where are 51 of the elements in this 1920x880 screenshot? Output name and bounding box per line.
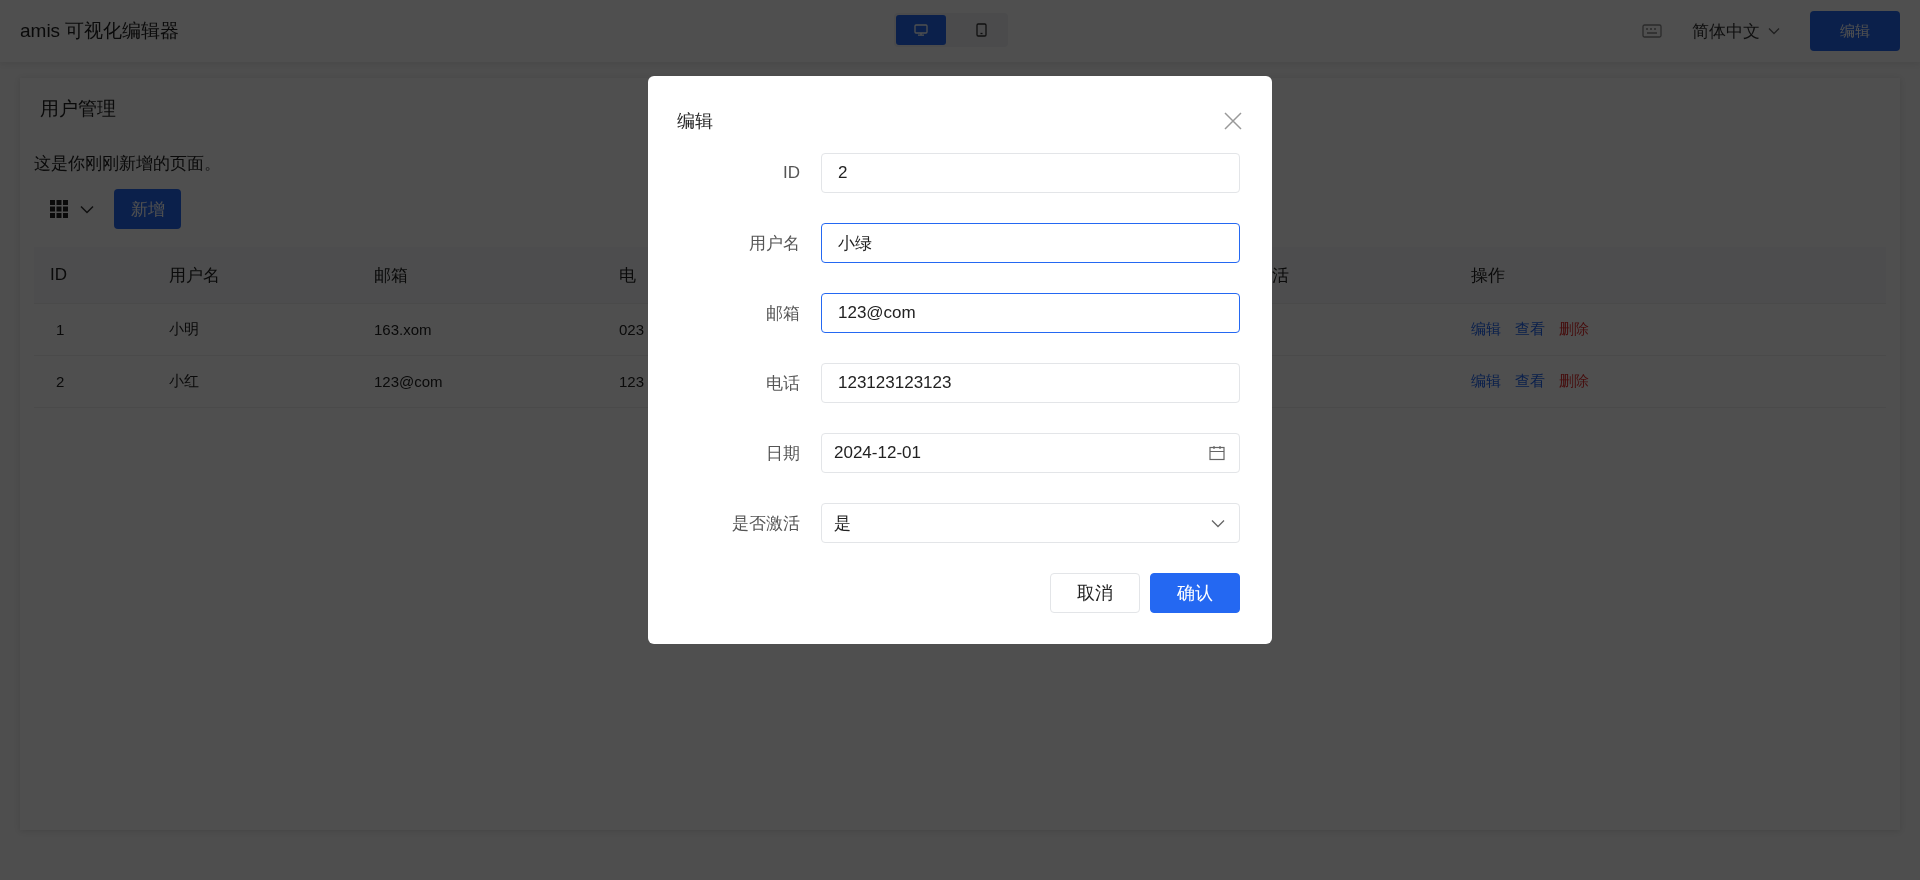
field-label: ID	[782, 163, 800, 183]
language-selector[interactable]: 简体中文	[1692, 19, 1780, 43]
calendar-icon	[1209, 445, 1225, 461]
column-header: 电	[619, 265, 636, 285]
date-field[interactable]: 2024-12-01	[821, 433, 1240, 473]
app-title: amis 可视化编辑器	[20, 19, 180, 43]
table-cell: 123@com	[374, 373, 443, 390]
table-cell: 1	[56, 321, 65, 338]
field-label: 日期	[765, 442, 800, 465]
column-header: 邮箱	[374, 265, 408, 285]
action-link[interactable]: 查看	[1515, 320, 1545, 339]
column-header: ID	[50, 265, 67, 284]
column-header: 用户名	[169, 265, 220, 285]
edit-button[interactable]: 编辑	[1810, 11, 1900, 51]
input-field[interactable]: 123123123123	[821, 363, 1240, 403]
field-label: 邮箱	[765, 302, 800, 325]
table-cell: 2	[56, 373, 65, 390]
field-label: 用户名	[748, 232, 800, 255]
chevron-down-icon	[80, 204, 94, 214]
add-button[interactable]: 新增	[114, 189, 181, 229]
column-header: 活	[1272, 265, 1289, 285]
select-field[interactable]: 是	[821, 503, 1240, 543]
delete-link[interactable]: 删除	[1559, 320, 1589, 339]
tablet-icon	[975, 23, 987, 37]
table-cell: 小明	[169, 320, 199, 337]
dialog-title: 编辑	[677, 110, 713, 133]
page-description: 这是你刚刚新增的页面。	[34, 153, 221, 175]
desktop-view-button[interactable]	[896, 15, 946, 45]
keyboard-icon[interactable]	[1642, 24, 1662, 38]
close-icon[interactable]	[1224, 112, 1242, 130]
table-cell: 小红	[169, 372, 199, 389]
grid-icon	[50, 200, 68, 218]
input-field[interactable]: 小绿	[821, 223, 1240, 263]
column-header: 操作	[1471, 265, 1505, 285]
page-title: 用户管理	[39, 97, 117, 121]
table-cell: 163.xom	[374, 321, 432, 338]
table-cell: 023	[619, 321, 645, 338]
field-label: 电话	[765, 372, 800, 395]
input-field[interactable]: 2	[821, 153, 1240, 193]
cancel-button[interactable]: 取消	[1050, 573, 1140, 613]
input-field[interactable]: 123@com	[821, 293, 1240, 333]
chevron-down-icon	[1211, 518, 1225, 528]
field-label: 是否激活	[731, 512, 800, 535]
action-link[interactable]: 编辑	[1471, 320, 1501, 339]
monitor-icon	[914, 24, 928, 36]
action-link[interactable]: 编辑	[1471, 372, 1501, 391]
table-cell: 123	[619, 373, 645, 390]
action-link[interactable]: 查看	[1515, 372, 1545, 391]
chevron-down-icon	[1768, 27, 1780, 35]
confirm-button[interactable]: 确认	[1150, 573, 1240, 613]
delete-link[interactable]: 删除	[1559, 372, 1589, 391]
